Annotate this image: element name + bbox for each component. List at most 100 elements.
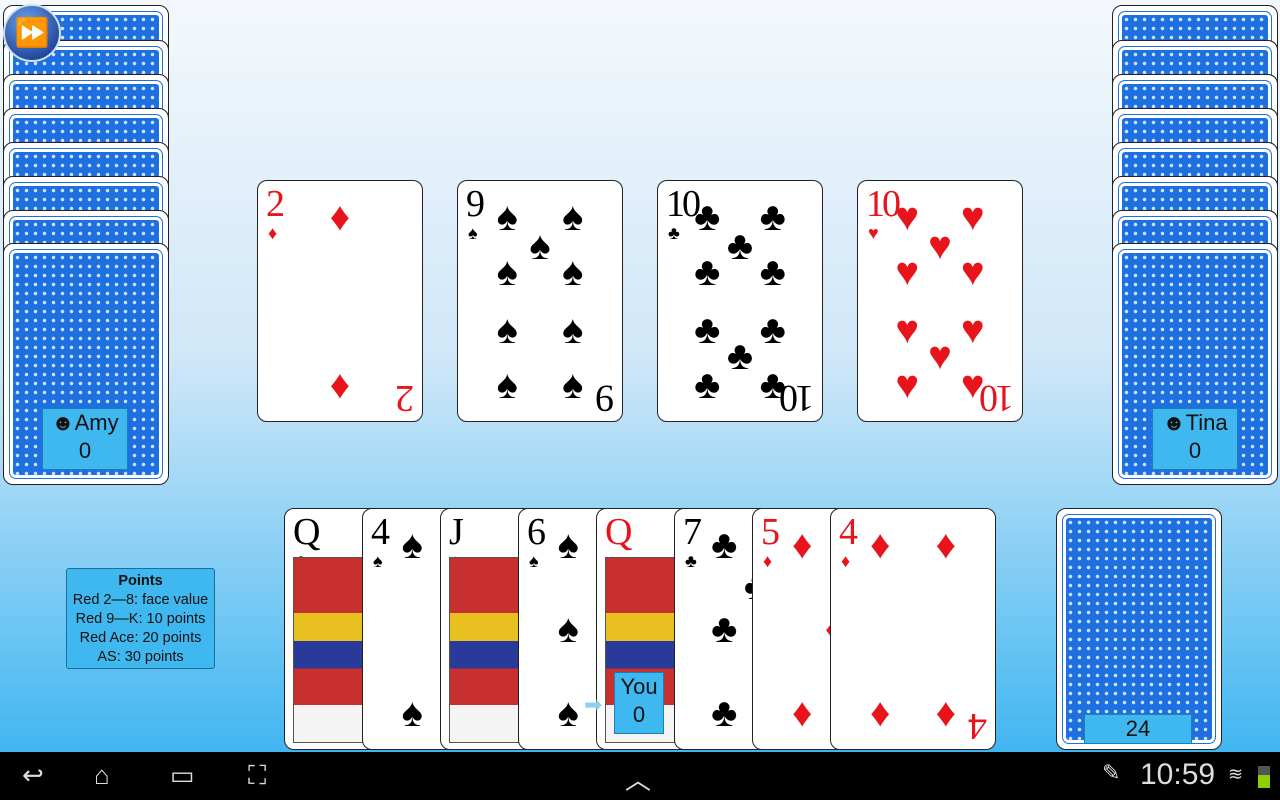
suit-pip-icon: ♣: [726, 223, 754, 268]
tina-label: ☻Tina 0: [1152, 408, 1238, 470]
suit-pip-icon: ♣: [726, 334, 754, 379]
suit-pip-icon: ♥: [960, 307, 985, 352]
suit-pip-icon: ♦: [791, 523, 813, 567]
card-suit-icon: ♠: [529, 551, 539, 571]
recent-apps-icon[interactable]: ▭: [170, 760, 195, 791]
card-10-♣[interactable]: 10 ♣ ♣ ♣ ♣ ♣ ♣ ♣ ♣ ♣ ♣ ♣ 10: [657, 180, 823, 422]
card-suit-icon: ♠: [373, 551, 383, 571]
card-suit-icon: ♦: [268, 223, 278, 243]
suit-pip-icon: ♠: [562, 363, 584, 407]
card-10-♥[interactable]: 10 ♥ ♥ ♥ ♥ ♥ ♥ ♥ ♥ ♥ ♥ ♥ 10: [857, 180, 1023, 422]
suit-pip-icon: ♠: [557, 523, 579, 567]
fast-forward-icon: ⏩: [14, 17, 50, 48]
card-rank: 4: [371, 511, 390, 553]
clock: 10:59: [1140, 758, 1216, 791]
suit-pip-icon: ♠: [496, 250, 518, 295]
suit-pip-icon: ♠: [529, 223, 551, 268]
suit-pip-icon: ♣: [694, 307, 721, 352]
suit-pip-icon: ♣: [694, 195, 721, 239]
battery-icon: [1258, 766, 1270, 788]
suit-pip-icon: ♣: [694, 363, 721, 407]
smiley-icon: ☻: [1162, 410, 1186, 435]
suit-pip-icon: ♠: [557, 691, 579, 735]
points-line: Red 9—K: 10 points: [75, 611, 206, 627]
card-rank-bottom: 10: [782, 377, 814, 419]
suit-pip-icon: ♦: [791, 691, 813, 735]
card-rank: 9: [466, 183, 485, 225]
suit-pip-icon: ♠: [562, 250, 584, 295]
you-label: You 0: [614, 672, 664, 734]
card-suit-icon: ♣: [668, 223, 680, 243]
suit-pip-icon: ♥: [928, 334, 952, 379]
card-suit-icon: ♣: [685, 551, 697, 571]
card-2-♦[interactable]: 2 ♦ ♦ ♦ 2: [257, 180, 423, 422]
points-line: Red Ace: 20 points: [79, 630, 202, 646]
card-rank: Q: [293, 511, 321, 553]
suit-pip-icon: ♥: [895, 363, 920, 407]
card-rank: 4: [839, 511, 858, 553]
turn-arrow-icon: ➡: [584, 692, 603, 717]
card-rank: J: [449, 511, 464, 553]
card-rank: 10: [866, 183, 901, 225]
suit-pip-icon: ♠: [401, 523, 423, 567]
suit-pip-icon: ♥: [895, 307, 920, 352]
suit-pip-icon: ♦: [935, 691, 957, 735]
card-suit-icon: ♦: [763, 551, 773, 571]
card-rank: 6: [527, 511, 546, 553]
card-rank: Q: [605, 511, 633, 553]
player-name: Tina: [1185, 410, 1228, 435]
card-suit-icon: ♥: [868, 223, 879, 243]
suit-pip-icon: ♦: [935, 523, 957, 567]
player-name: You: [620, 674, 658, 699]
suit-pip-icon: ♦: [869, 523, 891, 567]
suit-pip-icon: ♠: [562, 195, 584, 239]
suit-pip-icon: ♦: [329, 363, 351, 407]
player-score: 0: [1188, 438, 1202, 463]
fast-forward-button[interactable]: ⏩: [3, 4, 61, 62]
deck-count: 24: [1084, 714, 1192, 744]
suit-pip-icon: ♣: [711, 691, 738, 735]
points-legend: Points Red 2—8: face value Red 9—K: 10 p…: [66, 568, 215, 669]
player-score: 0: [632, 702, 646, 727]
card-9-♠[interactable]: 9 ♠ ♠ ♠ ♠ ♠ ♠ ♠ ♠ ♠ ♠ 9: [457, 180, 623, 422]
face-card-art: [449, 557, 519, 743]
home-icon[interactable]: ⌂: [94, 760, 110, 791]
suit-pip-icon: ♦: [869, 691, 891, 735]
suit-pip-icon: ♣: [759, 195, 786, 239]
card-rank: 5: [761, 511, 780, 553]
card-rank-bottom: 2: [398, 377, 414, 419]
points-line: Red 2—8: face value: [72, 592, 209, 608]
card-rank: 2: [266, 183, 285, 225]
player-score: 0: [78, 438, 92, 463]
points-line: AS: 30 points: [97, 649, 184, 665]
suit-pip-icon: ♣: [711, 523, 738, 567]
points-title: Points: [118, 573, 163, 589]
suit-pip-icon: ♠: [496, 307, 518, 352]
up-chevron-icon[interactable]: ︿: [625, 760, 651, 797]
suit-pip-icon: ♣: [694, 250, 721, 295]
card-rank-bottom: 9: [598, 377, 614, 419]
suit-pip-icon: ♣: [759, 250, 786, 295]
suit-pip-icon: ♠: [401, 691, 423, 735]
back-icon[interactable]: ↩: [22, 760, 44, 791]
suit-pip-icon: ♠: [562, 307, 584, 352]
card-4-♦[interactable]: 4 ♦ ♦ ♦ ♦ ♦ 4: [830, 508, 996, 750]
player-name: Amy: [74, 410, 119, 435]
card-suit-icon: ♠: [468, 223, 478, 243]
suit-pip-icon: ♥: [960, 195, 985, 239]
suit-pip-icon: ♥: [960, 250, 985, 295]
suit-pip-icon: ♥: [895, 195, 920, 239]
suit-pip-icon: ♠: [496, 363, 518, 407]
card-suit-icon: ♦: [841, 551, 851, 571]
card-rank-bottom: 10: [982, 377, 1014, 419]
amy-label: ☻Amy 0: [42, 408, 128, 470]
suit-pip-icon: ♥: [928, 223, 952, 268]
pencil-icon: ✎: [1102, 760, 1121, 785]
suit-pip-icon: ♣: [711, 607, 738, 651]
wifi-icon: ≋: [1228, 764, 1244, 784]
screenshot-icon[interactable]: ⛶: [248, 760, 266, 792]
suit-pip-icon: ♦: [329, 195, 351, 239]
suit-pip-icon: ♠: [496, 195, 518, 239]
face-card-art: [293, 557, 363, 743]
smiley-icon: ☻: [51, 410, 75, 435]
